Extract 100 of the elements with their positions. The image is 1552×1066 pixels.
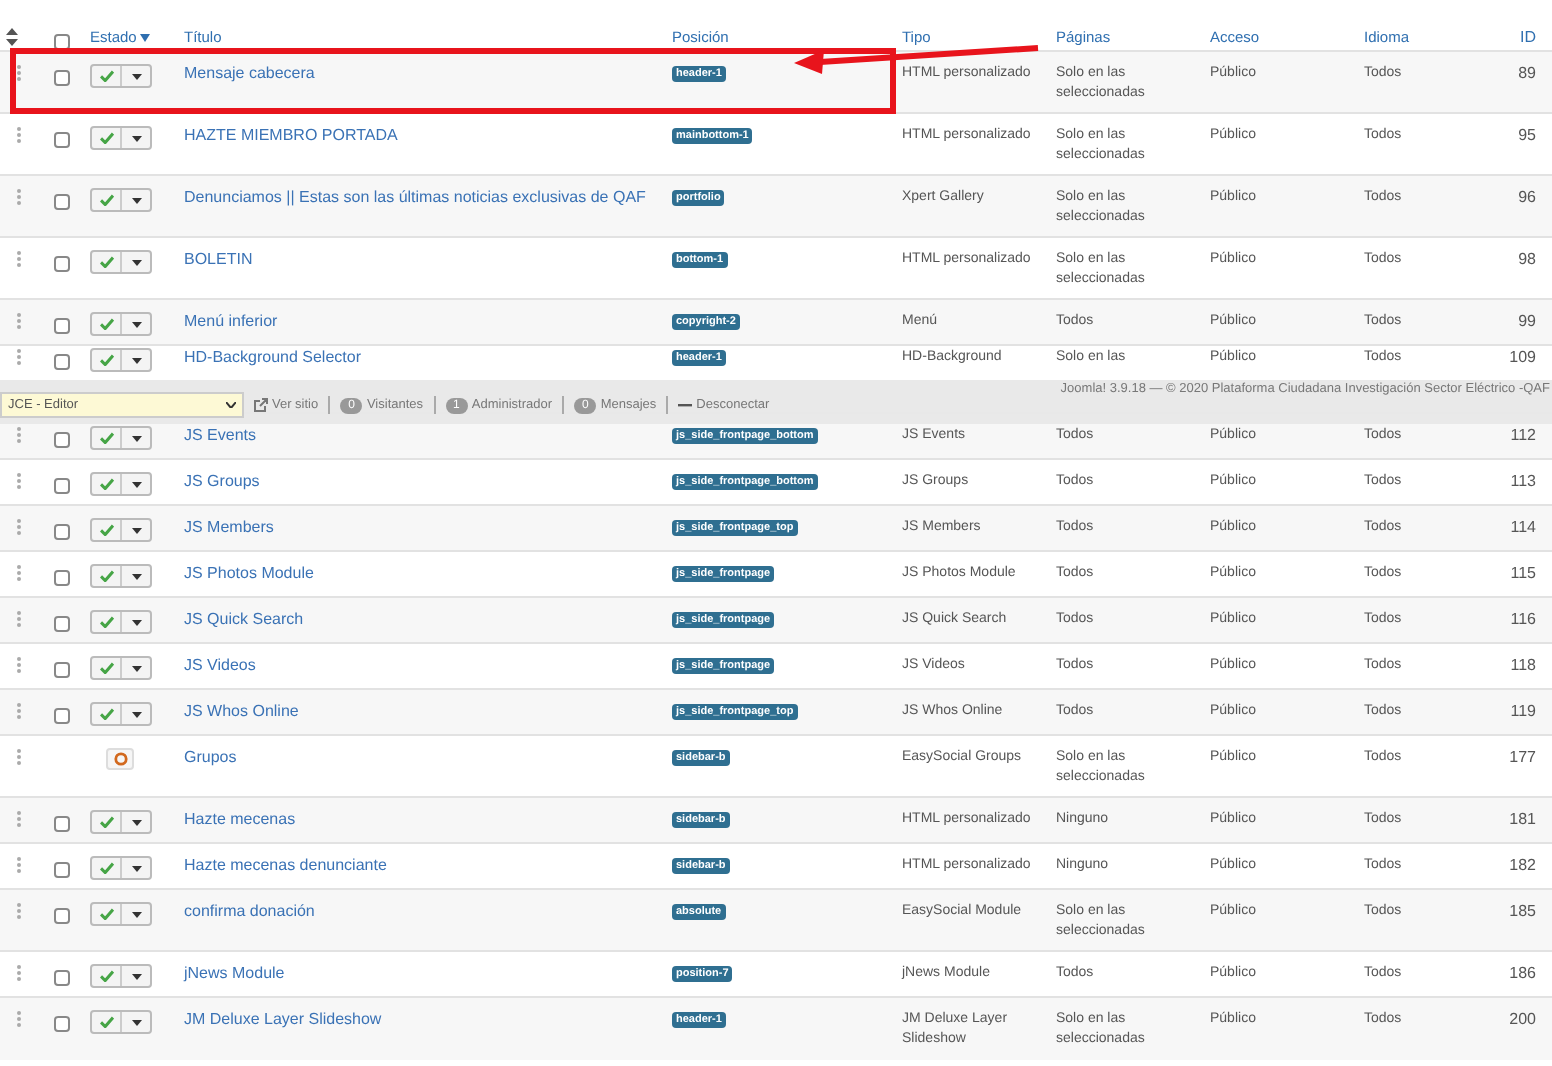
drag-handle-icon (16, 656, 22, 674)
row-checkbox[interactable] (54, 1016, 70, 1032)
row-checkbox[interactable] (54, 616, 70, 632)
check-icon (99, 70, 113, 82)
caret-icon (131, 819, 141, 825)
module-title-link[interactable]: Hazte mecenas denunciante (184, 856, 387, 874)
check-icon (99, 478, 113, 490)
caret-icon (131, 321, 141, 327)
row-checkbox[interactable] (54, 570, 70, 586)
check-icon (99, 616, 113, 628)
row-checkbox[interactable] (54, 194, 70, 210)
module-title-link[interactable]: Denunciamos || Estas son las últimas noticias exclusivas de QAF (184, 188, 646, 206)
row-checkbox[interactable] (54, 862, 70, 878)
drag-handle-icon (16, 188, 22, 206)
row-checkbox[interactable] (54, 318, 70, 334)
caret-icon (131, 911, 141, 917)
caret-icon (131, 711, 141, 717)
id-text: 177 (1509, 748, 1536, 766)
check-icon (99, 318, 113, 330)
module-title-link[interactable]: jNews Module (184, 964, 285, 982)
module-title-link[interactable]: JS Members (184, 518, 274, 536)
drag-handle-icon (16, 1010, 22, 1028)
module-title-link[interactable]: HD-Background Selector (184, 348, 361, 366)
drag-handle-icon (16, 250, 22, 268)
caret-icon (131, 481, 141, 487)
drag-handle-icon (16, 564, 22, 582)
module-title-link[interactable]: BOLETIN (184, 250, 253, 268)
row-checkbox[interactable] (54, 908, 70, 924)
drag-handle-icon (16, 610, 22, 628)
caret-icon (131, 527, 141, 533)
id-text: 182 (1509, 856, 1536, 874)
circle-icon (113, 752, 127, 766)
row-checkbox[interactable] (54, 70, 70, 86)
row-checkbox[interactable] (54, 132, 70, 148)
row-checkbox[interactable] (54, 816, 70, 832)
drag-handle-icon (16, 126, 22, 144)
check-icon (99, 354, 113, 366)
check-icon (99, 1016, 113, 1028)
caret-icon (131, 73, 141, 79)
module-title-link[interactable]: Mensaje cabecera (184, 64, 315, 82)
module-title-link[interactable]: Grupos (184, 748, 237, 766)
check-icon (99, 432, 113, 444)
id-text: 113 (1510, 472, 1536, 490)
module-title-link[interactable]: JS Photos Module (184, 564, 314, 582)
id-text: 116 (1510, 610, 1536, 628)
caret-icon (131, 259, 141, 265)
row-checkbox[interactable] (54, 662, 70, 678)
check-icon (99, 132, 113, 144)
caret-icon (131, 1019, 141, 1025)
row-checkbox[interactable] (54, 524, 70, 540)
module-title-link[interactable]: JS Groups (184, 472, 260, 490)
check-icon (99, 862, 113, 874)
module-title-link[interactable]: JM Deluxe Layer Slideshow (184, 1010, 382, 1028)
drag-handle-icon (16, 902, 22, 920)
drag-handle-icon (16, 810, 22, 828)
module-title-link[interactable]: confirma donación (184, 902, 315, 920)
module-title-link[interactable]: Hazte mecenas (184, 810, 296, 828)
id-text: 119 (1510, 702, 1536, 720)
drag-handle-icon (16, 856, 22, 874)
id-text: 181 (1509, 810, 1536, 828)
check-icon (99, 194, 113, 206)
module-title-link[interactable]: JS Events (184, 426, 257, 444)
caret-icon (131, 619, 141, 625)
caret-icon (131, 665, 141, 671)
check-icon (99, 256, 113, 268)
status-button[interactable] (106, 748, 134, 770)
check-icon (99, 662, 113, 674)
check-icon (99, 816, 113, 828)
column-header[interactable]: ID (1520, 28, 1536, 48)
external-link-icon (254, 398, 268, 412)
module-title-link[interactable]: JS Quick Search (184, 610, 304, 628)
module-title-link[interactable]: Menú inferior (184, 312, 278, 330)
check-icon (99, 708, 113, 720)
row-checkbox[interactable] (54, 432, 70, 448)
drag-handle-icon (16, 518, 22, 536)
drag-handle-icon (16, 312, 22, 330)
drag-handle-icon (16, 348, 22, 366)
module-title-link[interactable]: JS Whos Online (184, 702, 299, 720)
id-text: 200 (1509, 1010, 1536, 1028)
check-icon (99, 908, 113, 920)
drag-handle-icon (16, 426, 22, 444)
id-text: 99 (1518, 312, 1536, 330)
sort-icon (6, 28, 18, 46)
module-title-link[interactable]: JS Videos (184, 656, 256, 674)
check-icon (99, 970, 113, 982)
drag-handle-icon (16, 748, 22, 766)
check-icon (99, 524, 113, 536)
caret-icon (131, 973, 141, 979)
row-checkbox[interactable] (54, 708, 70, 724)
row-checkbox[interactable] (54, 256, 70, 272)
module-title-link[interactable]: HAZTE MIEMBRO PORTADA (184, 126, 398, 144)
row-checkbox[interactable] (54, 354, 70, 370)
drag-handle-icon (16, 702, 22, 720)
row-checkbox[interactable] (54, 970, 70, 986)
id-text: 109 (1509, 348, 1536, 366)
id-text: 185 (1509, 902, 1536, 920)
row-checkbox[interactable] (54, 478, 70, 494)
caret-icon (131, 865, 141, 871)
caret-icon (131, 357, 141, 363)
id-text: 115 (1510, 564, 1536, 582)
